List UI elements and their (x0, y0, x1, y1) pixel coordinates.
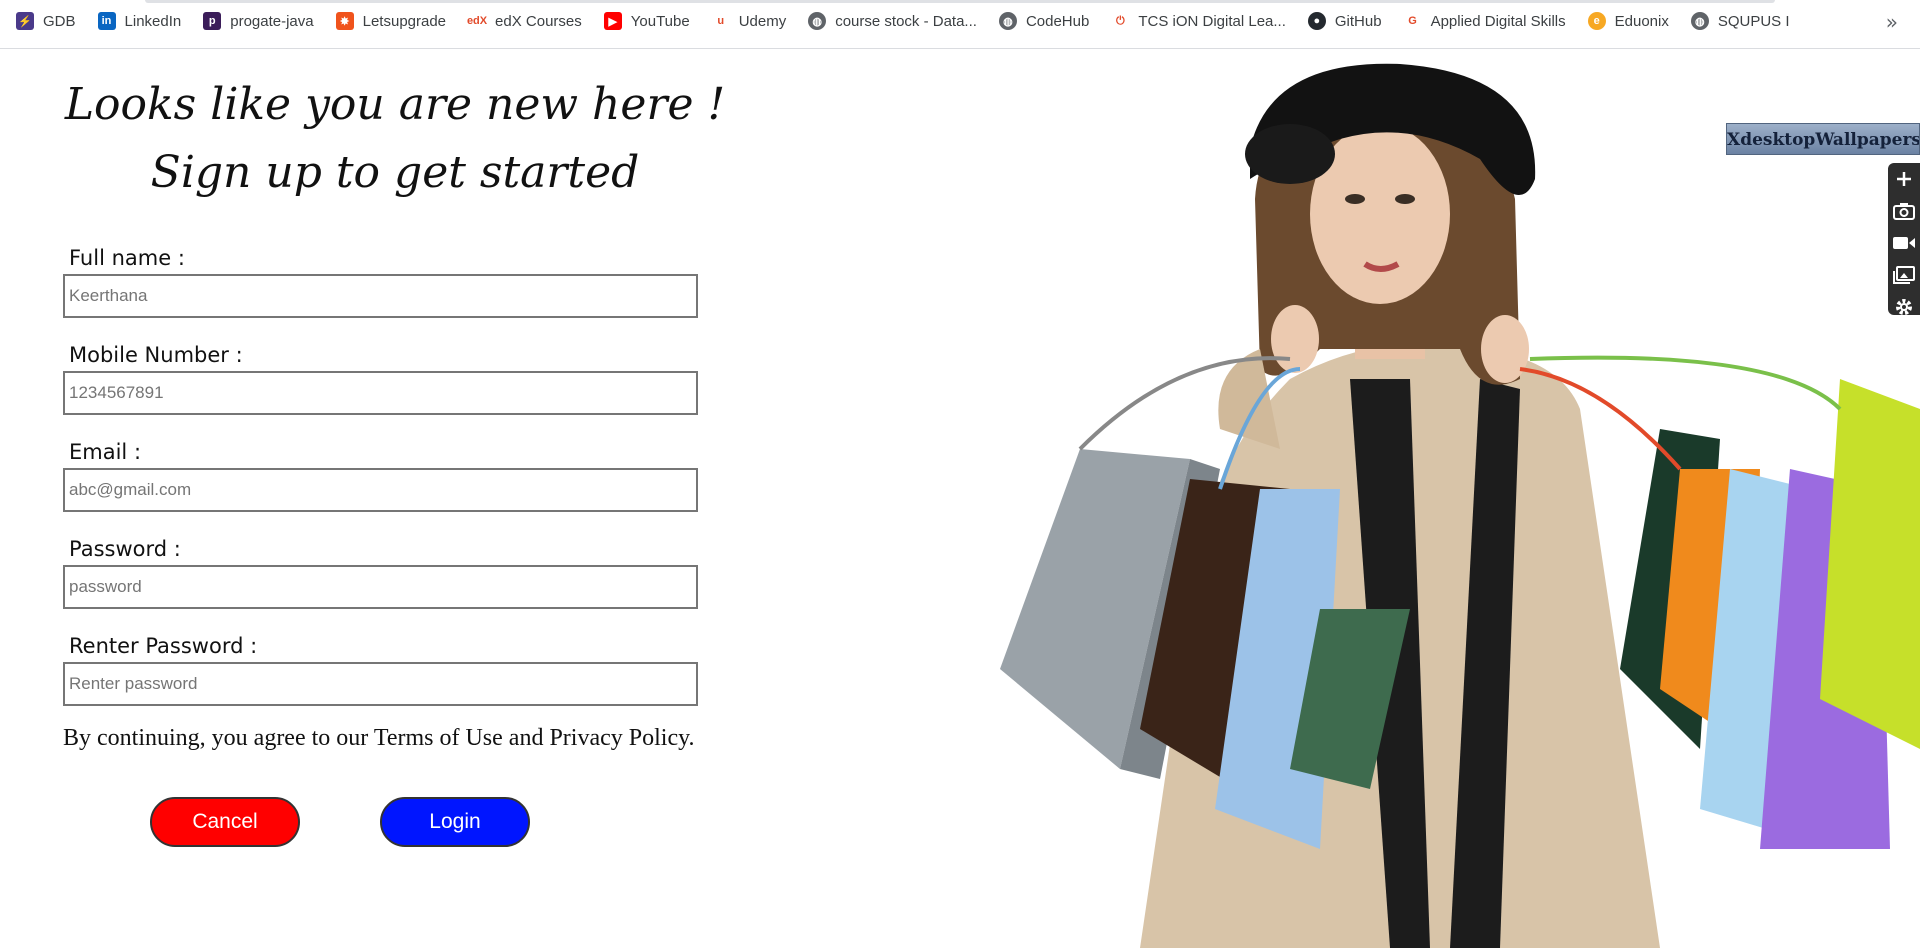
eduonix-icon: e (1587, 12, 1606, 30)
bookmark-item[interactable]: e Eduonix (1587, 12, 1669, 30)
heading-line-2: Sign up to get started (150, 147, 640, 198)
email-group: Email : (63, 439, 698, 512)
bookmark-label: SQUPUS I (1717, 12, 1790, 30)
edx-icon: edX (467, 12, 487, 30)
mobile-number-input[interactable] (63, 371, 698, 415)
bookmark-list: ⚡ GDB in LinkedIn p progate-java ✸ Letsupgrade e… (16, 12, 1812, 30)
tcs-ion-icon: ⏻ (1111, 12, 1130, 30)
bookmark-item[interactable]: edX edX Courses (467, 12, 582, 30)
mobile-number-group: Mobile Number : (63, 342, 698, 415)
globe-icon: ◍ (1690, 12, 1709, 30)
bookmark-item[interactable]: ⚡ GDB (16, 12, 76, 30)
full-name-label: Full name : (69, 246, 185, 270)
video-icon[interactable] (1888, 227, 1920, 259)
email-input[interactable] (63, 468, 698, 512)
cancel-button[interactable]: Cancel (150, 797, 300, 847)
linkedin-icon: in (97, 12, 116, 30)
gallery-icon[interactable] (1888, 259, 1920, 291)
globe-icon: ◍ (808, 12, 827, 30)
bookmarks-bar: ⚡ GDB in LinkedIn p progate-java ✸ Letsupgrade e… (0, 0, 1920, 49)
bookmark-label: Applied Digital Skills (1430, 12, 1566, 30)
bookmark-label: YouTube (630, 12, 690, 30)
bookmark-item[interactable]: in LinkedIn (97, 12, 182, 30)
udemy-icon: u (711, 12, 730, 30)
bookmark-label: Udemy (738, 12, 787, 30)
google-icon: G (1403, 12, 1422, 30)
tab-strip-edge (145, 0, 1775, 3)
bookmark-label: LinkedIn (124, 12, 182, 30)
bookmark-item[interactable]: ⏻ TCS iON Digital Lea... (1111, 12, 1286, 30)
bookmark-item[interactable]: ▶ YouTube (603, 12, 690, 30)
capture-toolbar (1888, 163, 1920, 315)
bookmark-label: progate-java (230, 12, 314, 30)
watermark-badge: XdesktopWallpapers.Com (1726, 123, 1920, 155)
mobile-number-label: Mobile Number : (69, 343, 243, 367)
full-name-input[interactable] (63, 274, 698, 318)
bookmark-label: CodeHub (1025, 12, 1090, 30)
password-label: Password : (69, 537, 181, 561)
bookmark-item[interactable]: p progate-java (203, 12, 314, 30)
bookmark-item[interactable]: ◍ SQUPUS I (1690, 12, 1790, 30)
page-heading: Looks like you are new here ! Sign up to… (0, 71, 790, 207)
bookmark-label: Eduonix (1614, 12, 1669, 30)
github-icon: ● (1307, 12, 1326, 30)
heading-line-1: Looks like you are new here ! (64, 79, 726, 130)
bookmark-label: GitHub (1334, 12, 1382, 30)
globe-icon: ◍ (998, 12, 1017, 30)
youtube-icon: ▶ (603, 12, 622, 30)
bookmark-label: TCS iON Digital Lea... (1138, 12, 1286, 30)
shopping-woman-image (960, 49, 1920, 948)
letsupgrade-icon: ✸ (335, 12, 354, 30)
camera-icon[interactable] (1888, 195, 1920, 227)
login-button[interactable]: Login (380, 797, 530, 847)
shopping-woman-illustration (1000, 63, 1920, 948)
bookmark-item[interactable]: G Applied Digital Skills (1403, 12, 1566, 30)
gdb-icon: ⚡ (16, 12, 34, 30)
plus-icon[interactable] (1888, 163, 1920, 195)
more-bookmarks-icon[interactable]: » (1886, 10, 1898, 34)
password-input[interactable] (63, 565, 698, 609)
password-group: Password : (63, 536, 698, 609)
signup-form: Looks like you are new here ! Sign up to… (0, 49, 760, 948)
renter-password-input[interactable] (63, 662, 698, 706)
full-name-group: Full name : (63, 245, 698, 318)
email-label: Email : (69, 440, 142, 464)
bookmark-label: GDB (43, 12, 76, 30)
bookmark-item[interactable]: ● GitHub (1307, 12, 1382, 30)
bookmark-item[interactable]: ◍ CodeHub (998, 12, 1090, 30)
progate-icon: p (203, 12, 222, 30)
terms-text: By continuing, you agree to our Terms of… (63, 725, 695, 751)
renter-password-label: Renter Password : (69, 634, 258, 658)
bookmark-item[interactable]: ✸ Letsupgrade (335, 12, 447, 30)
bookmark-item[interactable]: ◍ course stock - Data... (808, 12, 977, 30)
bookmark-label: edX Courses (495, 12, 582, 30)
bookmark-label: course stock - Data... (835, 12, 977, 30)
renter-password-group: Renter Password : (63, 633, 698, 706)
bookmark-label: Letsupgrade (362, 12, 447, 30)
settings-icon[interactable] (1888, 291, 1920, 323)
bookmark-item[interactable]: u Udemy (711, 12, 787, 30)
